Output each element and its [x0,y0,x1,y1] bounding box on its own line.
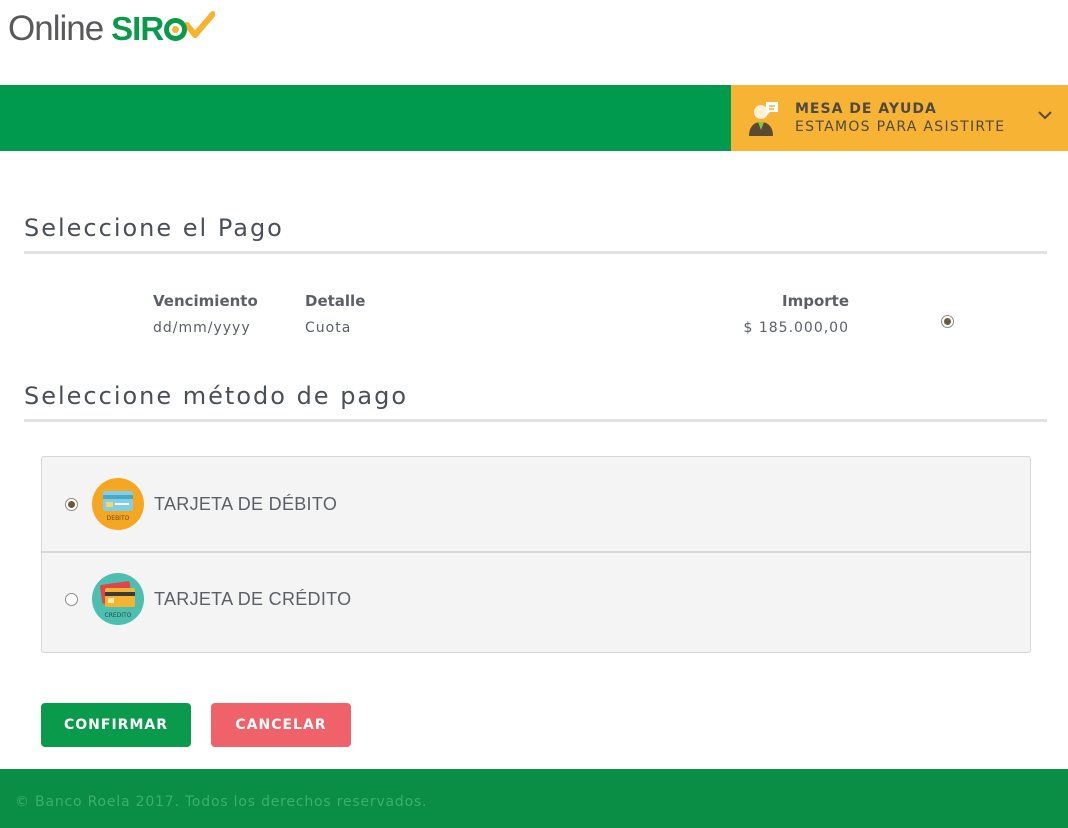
amount-column: Importe $ 185.000,00 [738,292,849,336]
payment-section-title: Seleccione el Pago [24,214,284,242]
method-section-title: Seleccione método de pago [24,382,409,410]
payment-section-divider [24,251,1047,254]
confirm-button[interactable]: CONFIRMAR [41,703,191,747]
credit-card-graphic: CREDITO [100,581,135,619]
logo-check-icon [185,11,216,38]
method-option-debit[interactable]: DEBITO TARJETA DE DÉBITO [42,457,1030,551]
help-desk-title: MESA DE AYUDA [795,101,937,117]
logo-online-text: Online [8,9,104,48]
credit-label: TARJETA DE CRÉDITO [154,588,352,609]
amount-header: Importe [782,292,849,310]
help-desk-subtitle: ESTAMOS PARA ASISTIRTE [795,119,1006,135]
help-desk-text: MESA DE AYUDA ESTAMOS PARA ASISTIRTE [795,100,1005,136]
help-agent-icon [749,102,778,136]
due-header: Vencimiento [153,292,258,310]
footer: © Banco Roela 2017. Todos los derechos r… [0,769,1068,828]
debit-label: TARJETA DE DÉBITO [154,493,338,514]
header-band: MESA DE AYUDA ESTAMOS PARA ASISTIRTE [0,85,1068,151]
debit-radio[interactable] [65,497,78,511]
logo-o-mark [164,17,188,41]
detail-column: Detalle Cuota [305,292,365,336]
debit-icon-caption: DEBITO [107,515,130,522]
cancel-button[interactable]: CANCELAR [211,703,351,747]
credit-icon-caption: CREDITO [105,612,132,619]
credit-card-icon: CREDITO [92,573,144,625]
detail-value: Cuota [305,320,352,336]
payment-methods-list: DEBITO TARJETA DE DÉBITO CREDITO TARJETA… [41,456,1031,653]
detail-header: Detalle [305,292,366,310]
credit-radio[interactable] [65,592,78,606]
debit-card-graphic: DEBITO [103,491,133,522]
chevron-down-icon[interactable] [1038,108,1052,122]
method-option-credit[interactable]: CREDITO TARJETA DE CRÉDITO [42,551,1030,645]
amount-value: $ 185.000,00 [743,320,849,336]
due-column: Vencimiento dd/mm/yyyy [153,292,258,336]
help-desk-dropdown[interactable]: MESA DE AYUDA ESTAMOS PARA ASISTIRTE [731,85,1068,151]
payment-select-radio[interactable] [941,315,954,328]
logo-siro-letters: SIR [111,10,164,47]
debit-card-icon: DEBITO [92,478,144,530]
footer-copyright: © Banco Roela 2017. Todos los derechos r… [15,794,428,810]
due-value: dd/mm/yyyy [153,320,251,336]
online-siro-logo: Online SIR [8,8,216,50]
logo-siro-text: SIR [111,10,216,48]
method-section-divider [24,419,1047,422]
